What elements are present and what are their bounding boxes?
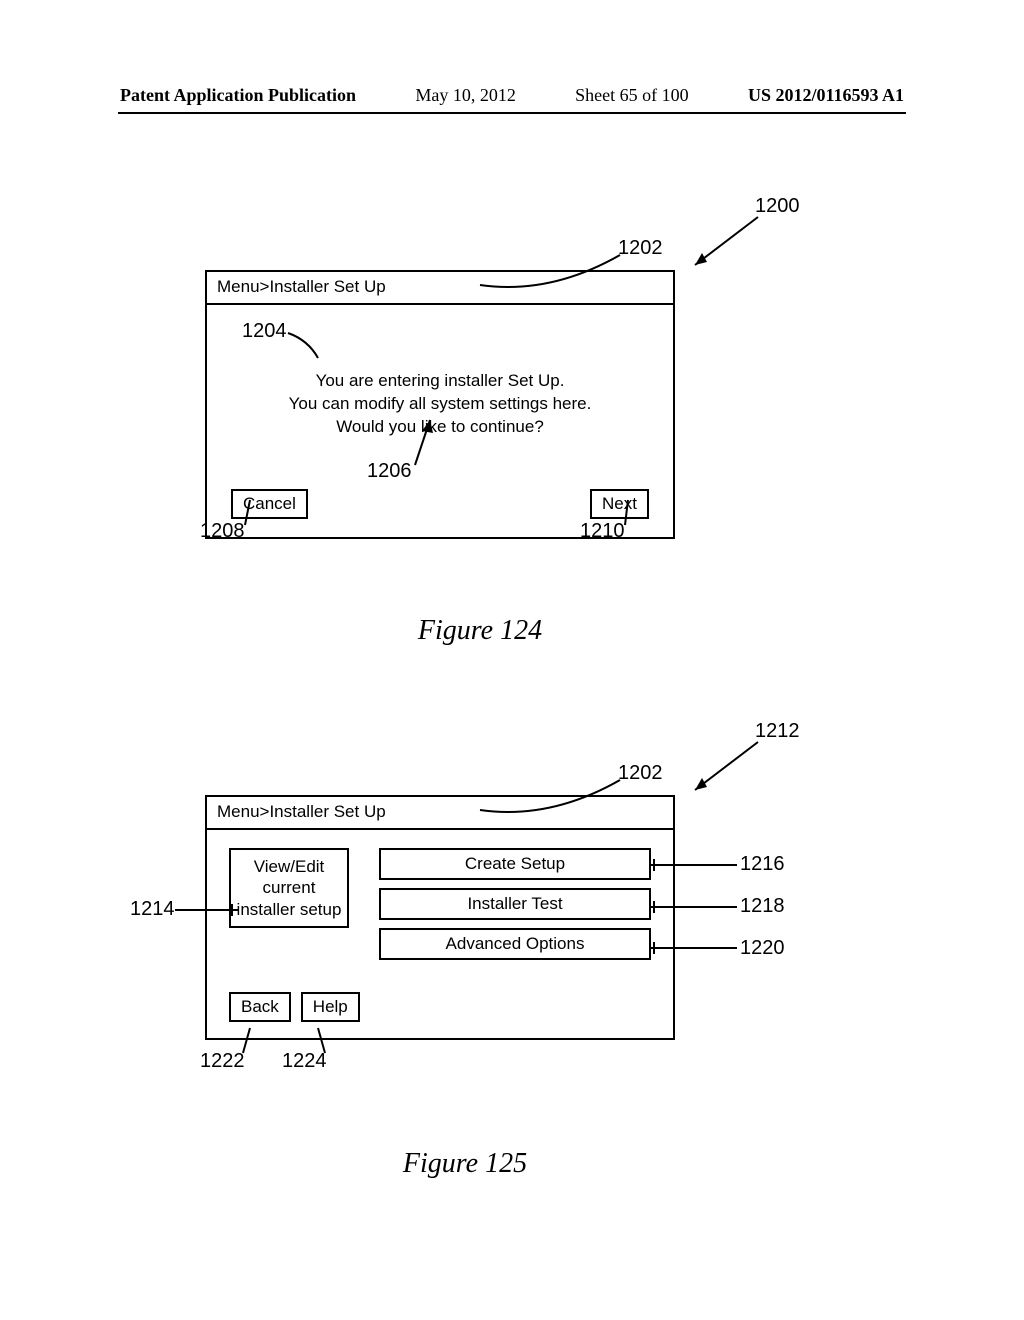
installer-setup-message: You are entering installer Set Up. You c… [231, 370, 649, 439]
screen-124: Menu>Installer Set Up You are entering i… [205, 270, 675, 539]
refnum-1202: 1202 [618, 237, 663, 260]
refnum-1200: 1200 [755, 195, 800, 218]
page-header: Patent Application Publication May 10, 2… [120, 85, 904, 106]
figure-125-block: Menu>Installer Set Up View/Edit current … [130, 720, 860, 1190]
msg-line-1: You are entering installer Set Up. [231, 370, 649, 393]
help-button[interactable]: Help [301, 992, 360, 1022]
refnum-1224: 1224 [282, 1050, 327, 1073]
create-setup-button[interactable]: Create Setup [379, 848, 651, 880]
back-button[interactable]: Back [229, 992, 291, 1022]
header-number: US 2012/0116593 A1 [748, 85, 904, 106]
figure-124-block: Menu>Installer Set Up You are entering i… [130, 195, 830, 665]
refnum-1206: 1206 [367, 460, 412, 483]
header-sheet: Sheet 65 of 100 [575, 85, 688, 106]
header-publication: Patent Application Publication [120, 85, 356, 106]
advanced-options-button[interactable]: Advanced Options [379, 928, 651, 960]
figure-124-caption: Figure 124 [130, 615, 830, 647]
figure-125-caption: Figure 125 [130, 1148, 800, 1180]
refnum-1222: 1222 [200, 1050, 245, 1073]
installer-test-button[interactable]: Installer Test [379, 888, 651, 920]
breadcrumb: Menu>Installer Set Up [207, 797, 673, 830]
refnum-1202: 1202 [618, 762, 663, 785]
msg-line-2: You can modify all system settings here. [231, 393, 649, 416]
msg-line-3: Would you like to continue? [231, 416, 649, 439]
header-rule [118, 112, 906, 114]
refnum-1220: 1220 [740, 937, 785, 960]
refnum-1210: 1210 [580, 520, 625, 543]
refnum-1214: 1214 [130, 898, 175, 921]
breadcrumb: Menu>Installer Set Up [207, 272, 673, 305]
screen-125: Menu>Installer Set Up View/Edit current … [205, 795, 675, 1040]
next-button[interactable]: Next [590, 489, 649, 519]
refnum-1212: 1212 [755, 720, 800, 743]
cancel-button[interactable]: Cancel [231, 489, 308, 519]
view-edit-button[interactable]: View/Edit current installer setup [229, 848, 349, 928]
refnum-1204: 1204 [242, 320, 287, 343]
refnum-1208: 1208 [200, 520, 245, 543]
refnum-1218: 1218 [740, 895, 785, 918]
header-date: May 10, 2012 [415, 85, 516, 106]
menu-body: View/Edit current installer setup Create… [207, 830, 673, 1038]
refnum-1216: 1216 [740, 853, 785, 876]
